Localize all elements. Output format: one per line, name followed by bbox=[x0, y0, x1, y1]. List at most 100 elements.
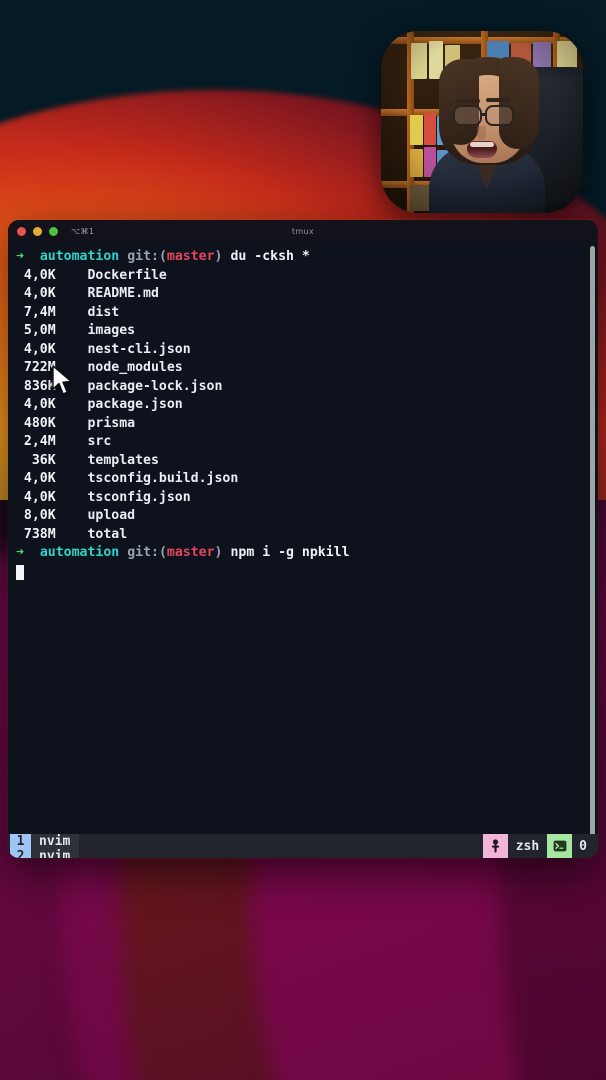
du-row-gap bbox=[56, 415, 88, 434]
tmux-window-1[interactable]: 1 nvim bbox=[10, 834, 236, 849]
du-row-name: package-lock.json bbox=[87, 378, 223, 394]
du-listing-row: 5,0M images bbox=[16, 322, 598, 341]
du-listing-row: 7,4M dist bbox=[16, 304, 598, 323]
command-du: du -cksh * bbox=[230, 249, 310, 264]
du-row-size: 7,4M bbox=[23, 304, 56, 320]
du-row-gap bbox=[56, 396, 88, 415]
webcam-vignette bbox=[381, 31, 583, 213]
du-row-gap bbox=[56, 359, 88, 378]
du-row-gap bbox=[56, 470, 88, 489]
terminal-scrollbar-thumb[interactable] bbox=[590, 246, 595, 834]
tmux-status-right[interactable]: zsh 0 bbox=[482, 834, 596, 858]
du-row-name: nest-cli.json bbox=[87, 341, 191, 357]
du-listing-row: 4,0K nest-cli.json bbox=[16, 341, 598, 360]
du-row-gap bbox=[56, 452, 88, 471]
tmux-window-index[interactable]: 2 bbox=[10, 849, 31, 858]
du-row-gap bbox=[56, 322, 88, 341]
close-button[interactable] bbox=[17, 226, 26, 236]
du-row-name: src bbox=[87, 434, 112, 449]
du-row-size: 5,0M bbox=[23, 323, 56, 338]
du-row-size: 836K bbox=[23, 378, 56, 394]
du-row-size: 4,0K bbox=[23, 489, 56, 505]
user-pin-icon bbox=[482, 834, 508, 858]
du-row-size: 2,4M bbox=[23, 434, 56, 449]
du-listing-row: 4,0K Dockerfile bbox=[16, 267, 598, 286]
du-row-size: 480K bbox=[23, 415, 56, 431]
prompt-directory: automation bbox=[39, 249, 120, 264]
du-row-gap bbox=[56, 267, 88, 286]
tmux-window-list[interactable]: 1nvim2nvim3purple-school/automation bbox=[10, 834, 236, 858]
du-listing-row: 738M total bbox=[16, 526, 598, 545]
du-listing-row: 36K templates bbox=[16, 452, 598, 471]
tmux-window-name[interactable]: nvim bbox=[31, 849, 80, 858]
du-row-gap bbox=[56, 433, 88, 452]
prompt-arrow-icon: ➜ bbox=[16, 545, 24, 560]
du-row-size: 4,0K bbox=[23, 286, 56, 301]
du-row-name: README.md bbox=[87, 286, 159, 301]
du-output-listing: 4,0K Dockerfile 4,0K README.md 7,4M dist 5,… bbox=[16, 267, 598, 545]
du-row-size: 722M bbox=[23, 360, 56, 375]
du-listing-row: 4,0K tsconfig.json bbox=[16, 489, 598, 508]
du-row-size: 4,0K bbox=[23, 267, 56, 283]
du-row-size: 738M bbox=[23, 526, 56, 542]
du-listing-row: 480K prisma bbox=[16, 415, 598, 434]
du-row-size: 4,0K bbox=[23, 397, 56, 412]
prompt-git-branch: master bbox=[166, 249, 215, 264]
du-row-name: tsconfig.build.json bbox=[87, 471, 239, 486]
tmux-shell-label: zsh bbox=[515, 838, 540, 854]
terminal-window[interactable]: ⌥⌘1 tmux ➜ automation git:(master) du -c… bbox=[8, 220, 598, 858]
maximize-button[interactable] bbox=[49, 226, 58, 236]
du-listing-row: 722M node_modules bbox=[16, 359, 598, 378]
tmux-window-2[interactable]: 2 nvim bbox=[10, 849, 236, 858]
window-controls[interactable] bbox=[17, 226, 58, 236]
tmux-window-name[interactable]: nvim bbox=[31, 834, 80, 849]
du-listing-row: 4,0K README.md bbox=[16, 285, 598, 304]
du-row-name: templates bbox=[87, 452, 159, 468]
minimize-button[interactable] bbox=[33, 226, 42, 236]
du-listing-row: 836K package-lock.json bbox=[16, 378, 598, 397]
terminal-prompt-line-1: ➜ automation git:(master) du -cksh * bbox=[16, 248, 598, 267]
du-row-name: upload bbox=[87, 508, 136, 523]
titlebar-shortcut-label: ⌥⌘1 bbox=[71, 226, 95, 236]
webcam-overlay[interactable] bbox=[381, 31, 583, 213]
text-cursor bbox=[16, 564, 24, 580]
prompt-arrow-icon: ➜ bbox=[16, 249, 24, 264]
du-row-gap bbox=[56, 526, 88, 545]
du-listing-row: 4,0K package.json bbox=[16, 396, 598, 415]
du-row-name: images bbox=[87, 323, 136, 338]
prompt-git-prefix: git:( bbox=[127, 545, 167, 560]
terminal-output-area[interactable]: ➜ automation git:(master) du -cksh * 4,0… bbox=[8, 242, 598, 834]
du-row-gap bbox=[56, 378, 88, 397]
du-row-gap bbox=[56, 341, 88, 360]
tmux-pane-count: 0 bbox=[579, 838, 587, 854]
du-row-name: Dockerfile bbox=[87, 267, 167, 283]
prompt-git-prefix: git:( bbox=[127, 249, 167, 264]
du-row-size: 4,0K bbox=[23, 471, 56, 486]
command-npm-install-npkill: npm i -g npkill bbox=[230, 545, 350, 560]
terminal-titlebar[interactable]: ⌥⌘1 tmux bbox=[8, 220, 598, 242]
tmux-status-spacer bbox=[236, 834, 483, 858]
titlebar-title: tmux bbox=[291, 226, 315, 236]
du-row-gap bbox=[56, 285, 88, 304]
prompt-git-suffix: ) bbox=[214, 545, 223, 560]
terminal-prompt-line-2: ➜ automation git:(master) npm i -g npkil… bbox=[16, 544, 598, 563]
du-listing-row: 4,0K tsconfig.build.json bbox=[16, 470, 598, 489]
prompt-git-branch: master bbox=[166, 545, 215, 560]
prompt-directory: automation bbox=[39, 545, 120, 560]
du-row-name: dist bbox=[87, 304, 120, 320]
tmux-status-bar[interactable]: 1nvim2nvim3purple-school/automation zsh … bbox=[8, 834, 598, 858]
du-listing-row: 2,4M src bbox=[16, 433, 598, 452]
du-listing-row: 8,0K upload bbox=[16, 507, 598, 526]
du-row-size: 36K bbox=[23, 452, 56, 468]
du-row-name: tsconfig.json bbox=[87, 489, 191, 505]
du-row-name: package.json bbox=[87, 397, 183, 412]
prompt-git-suffix: ) bbox=[214, 249, 223, 264]
du-row-name: node_modules bbox=[87, 360, 183, 375]
du-row-name: prisma bbox=[87, 415, 136, 431]
du-row-gap bbox=[56, 489, 88, 508]
terminal-icon bbox=[547, 834, 573, 858]
du-row-gap bbox=[56, 507, 88, 526]
du-row-gap bbox=[56, 304, 88, 323]
tmux-window-index[interactable]: 1 bbox=[10, 834, 31, 849]
du-row-size: 4,0K bbox=[23, 341, 56, 357]
